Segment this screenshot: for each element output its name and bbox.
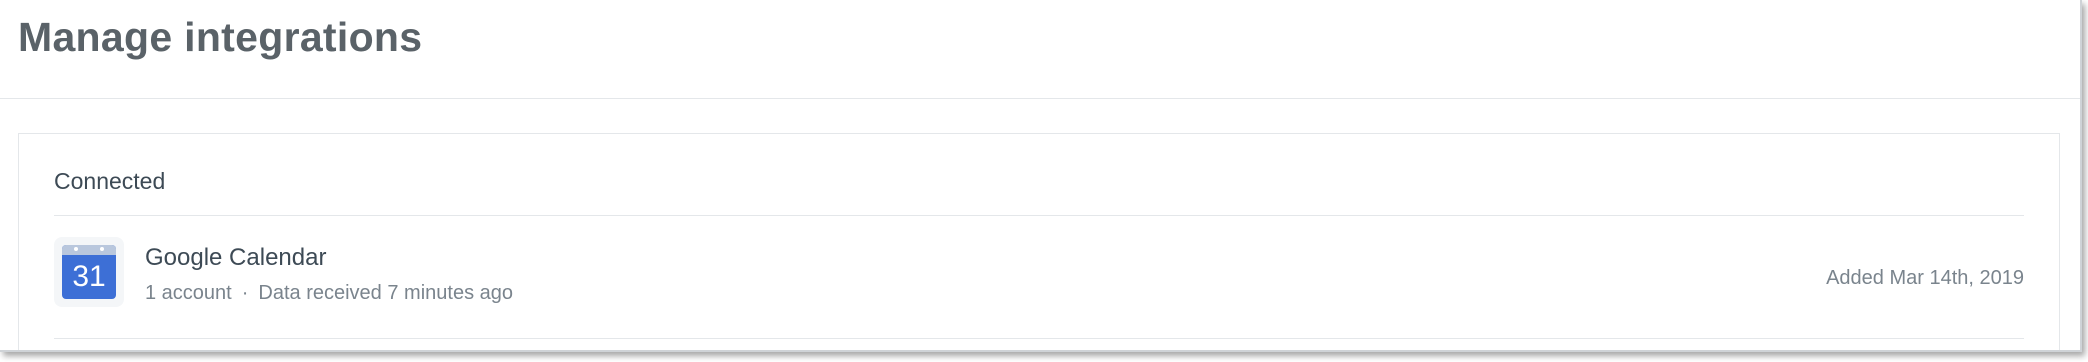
integration-meta: 1 account · Data received 7 minutes ago [145,280,513,306]
integration-row-google-calendar[interactable]: 31 Google Calendar 1 account · Data receiv… [54,216,2024,339]
calendar-header-strip [62,245,116,255]
integrations-window: Manage integrations Connected 31 Google … [0,0,2082,352]
sync-status: Data received 7 minutes ago [258,282,513,304]
meta-separator: · [241,282,249,304]
calendar-tile: 31 [62,245,116,299]
account-count: 1 account [145,282,232,304]
google-calendar-icon: 31 [54,237,124,307]
calendar-ring [100,247,104,251]
page-title: Manage integrations [18,14,423,60]
page-header: Manage integrations [0,0,2080,99]
connected-integrations-card: Connected 31 Google Calendar 1 account · D… [18,133,2060,350]
integration-name[interactable]: Google Calendar [145,243,326,273]
calendar-day-number: 31 [72,260,106,293]
calendar-ring [74,247,78,251]
section-title-connected: Connected [54,168,166,194]
added-date: Added Mar 14th, 2019 [1826,267,2024,289]
